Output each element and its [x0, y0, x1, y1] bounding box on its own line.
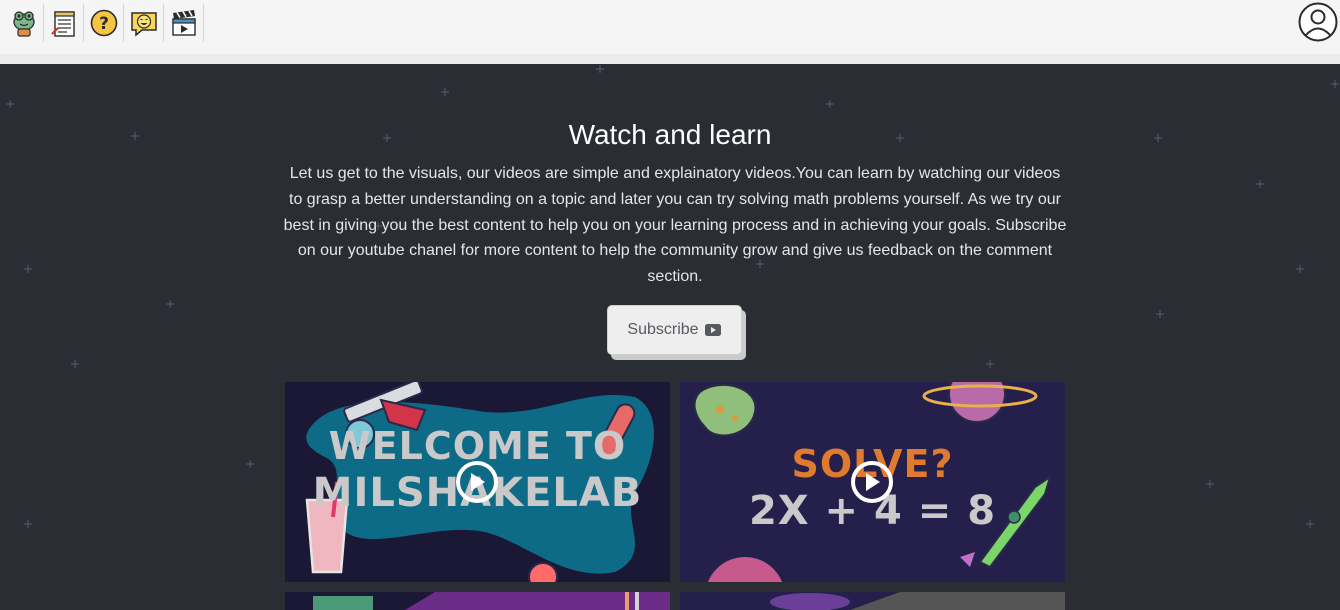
play-icon[interactable] [851, 461, 893, 503]
video-thumbnail [285, 592, 670, 610]
clapperboard-icon[interactable] [164, 4, 204, 42]
watch-and-learn-section: Watch and learn Let us get to the visual… [0, 64, 1340, 610]
user-avatar-icon[interactable] [1298, 2, 1338, 42]
question-icon[interactable]: ? [84, 4, 124, 42]
notepad-icon[interactable] [44, 4, 84, 42]
video-card-welcome[interactable]: WELCOME TO MILSHAKELAB [285, 382, 670, 582]
video-card-3[interactable] [285, 592, 670, 610]
video-thumbnail [680, 592, 1065, 610]
subscribe-button[interactable]: Subscribe [607, 305, 742, 355]
nav-divider [0, 54, 1340, 64]
video-card-4[interactable] [680, 592, 1065, 610]
youtube-play-icon [704, 324, 721, 336]
video-card-solve[interactable]: SOLVE? 2X + 4 = 8 [680, 382, 1065, 582]
subscribe-label: Subscribe [627, 321, 699, 338]
hero-description: Let us get to the visuals, our videos ar… [283, 165, 1067, 286]
page-title: Watch and learn [568, 119, 772, 150]
play-icon[interactable] [456, 461, 498, 503]
nav-icon-group: ? [4, 4, 204, 42]
svg-text:?: ? [99, 14, 109, 34]
smiley-chat-icon[interactable] [124, 4, 164, 42]
top-navbar: ? [0, 0, 1340, 54]
frog-mascot-icon[interactable] [4, 4, 44, 42]
